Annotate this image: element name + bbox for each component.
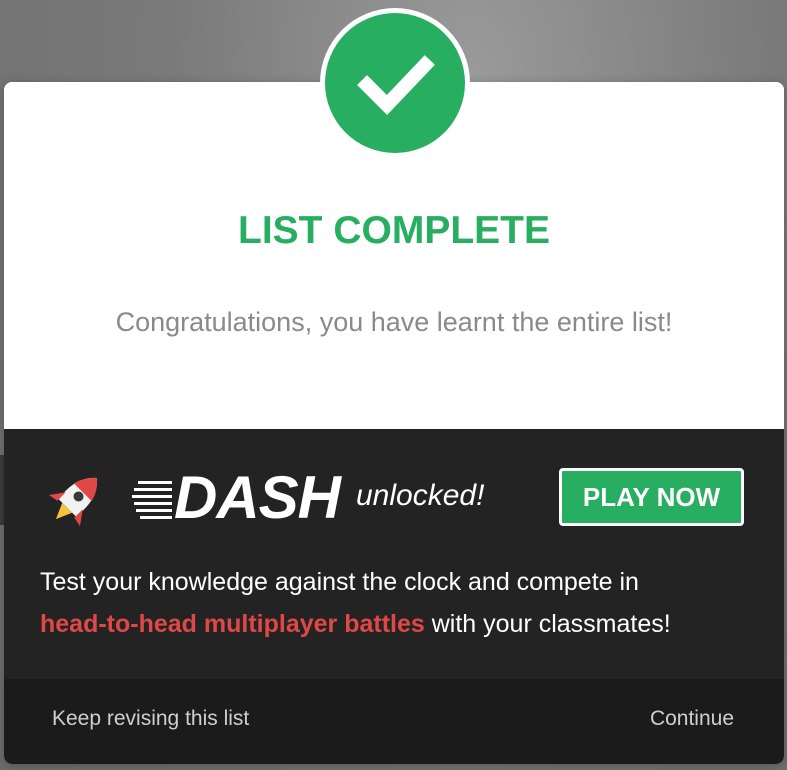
- modal-footer: Keep revising this list Continue: [4, 679, 784, 764]
- unlocked-label: unlocked!: [356, 479, 485, 512]
- keep-revising-link[interactable]: Keep revising this list: [52, 707, 249, 731]
- dash-logo-text: DASH: [174, 464, 341, 531]
- continue-link[interactable]: Continue: [650, 707, 734, 731]
- rocket-icon: [48, 477, 98, 527]
- success-badge-circle: [325, 13, 465, 153]
- promo-description: Test your knowledge against the clock an…: [40, 561, 740, 645]
- modal-message: Congratulations, you have learnt the ent…: [115, 307, 673, 337]
- checkmark-icon: [357, 55, 435, 116]
- list-complete-modal: LIST COMPLETE Congratulations, you have …: [4, 82, 784, 764]
- modal-title: LIST COMPLETE: [238, 209, 550, 252]
- dash-promo-panel: DASH unlocked! PLAY NOW Test your knowle…: [4, 429, 784, 679]
- promo-highlight-text: head-to-head multiplayer battles: [40, 610, 425, 638]
- promo-description-end: with your classmates!: [424, 610, 671, 638]
- success-badge: [320, 8, 470, 158]
- play-now-button[interactable]: PLAY NOW: [559, 468, 744, 526]
- promo-description-line1: Test your knowledge against the clock an…: [40, 568, 639, 596]
